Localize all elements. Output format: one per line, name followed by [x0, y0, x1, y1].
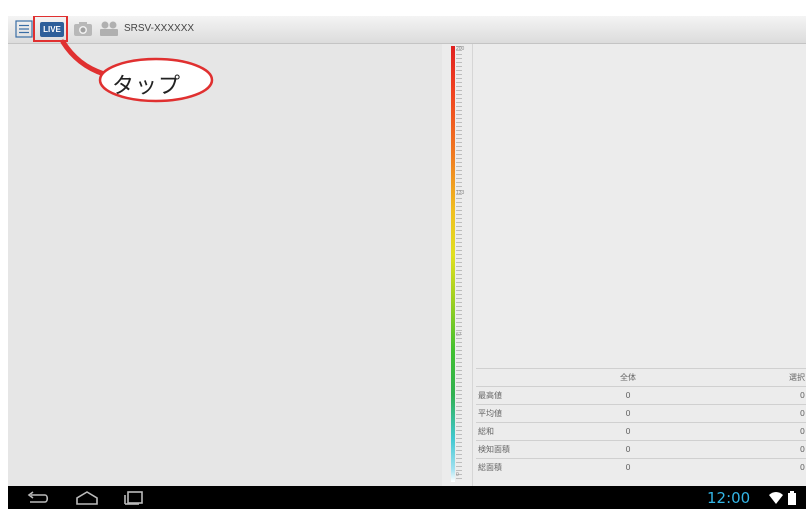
row-label: 最高値	[476, 386, 553, 405]
clock: 12:00	[707, 489, 751, 507]
row-value-selected: 0	[703, 458, 806, 476]
table-row: 平均値 0 0	[476, 404, 806, 423]
row-label: 総和	[476, 422, 553, 441]
color-scale-bar	[451, 46, 455, 482]
callout-text: タップ	[112, 74, 182, 99]
analysis-panel: 全体 選択 最高値 0 0 平均値 0 0 総和 0 0 検知面積 0 0 総面…	[472, 44, 806, 486]
stats-header-selected: 選択	[703, 368, 806, 387]
home-icon[interactable]	[72, 489, 102, 506]
recent-apps-icon[interactable]	[120, 489, 148, 506]
row-label: 総面積	[476, 458, 553, 476]
scale-label-min: 0	[456, 472, 459, 478]
stats-header-all: 全体	[553, 368, 703, 387]
stats-table: 全体 選択 最高値 0 0 平均値 0 0 総和 0 0 検知面積 0 0 総面…	[476, 368, 806, 476]
row-value-all: 0	[553, 458, 703, 476]
temperature-scale: 200 133 67 0	[442, 44, 472, 486]
row-label: 平均値	[476, 404, 553, 423]
scale-label-low: 67	[456, 332, 462, 338]
row-value-selected: 0	[703, 440, 806, 459]
row-value-selected: 0	[703, 404, 806, 423]
app-screen: LIVE SRSV-XXXXXX 200 133 67 0 全体 選択 最高値 …	[8, 16, 806, 509]
row-value-all: 0	[553, 404, 703, 423]
table-row: 検知面積 0 0	[476, 440, 806, 459]
table-row: 最高値 0 0	[476, 386, 806, 405]
scale-label-high: 133	[456, 190, 465, 196]
stats-header-row: 全体 選択	[476, 368, 806, 387]
battery-icon	[786, 489, 798, 506]
row-value-selected: 0	[703, 386, 806, 405]
scale-ticks	[456, 46, 462, 482]
row-value-selected: 0	[703, 422, 806, 441]
back-icon[interactable]	[24, 489, 52, 506]
row-value-all: 0	[553, 422, 703, 441]
table-row: 総面積 0 0	[476, 458, 806, 476]
system-navigation-bar: 12:00	[8, 486, 806, 509]
row-label: 検知面積	[476, 440, 553, 459]
row-value-all: 0	[553, 386, 703, 405]
tap-callout: タップ	[8, 16, 248, 126]
table-row: 総和 0 0	[476, 422, 806, 441]
scale-label-max: 200	[456, 46, 465, 52]
row-value-all: 0	[553, 440, 703, 459]
stats-header-label	[476, 368, 553, 387]
wifi-icon	[768, 489, 784, 506]
